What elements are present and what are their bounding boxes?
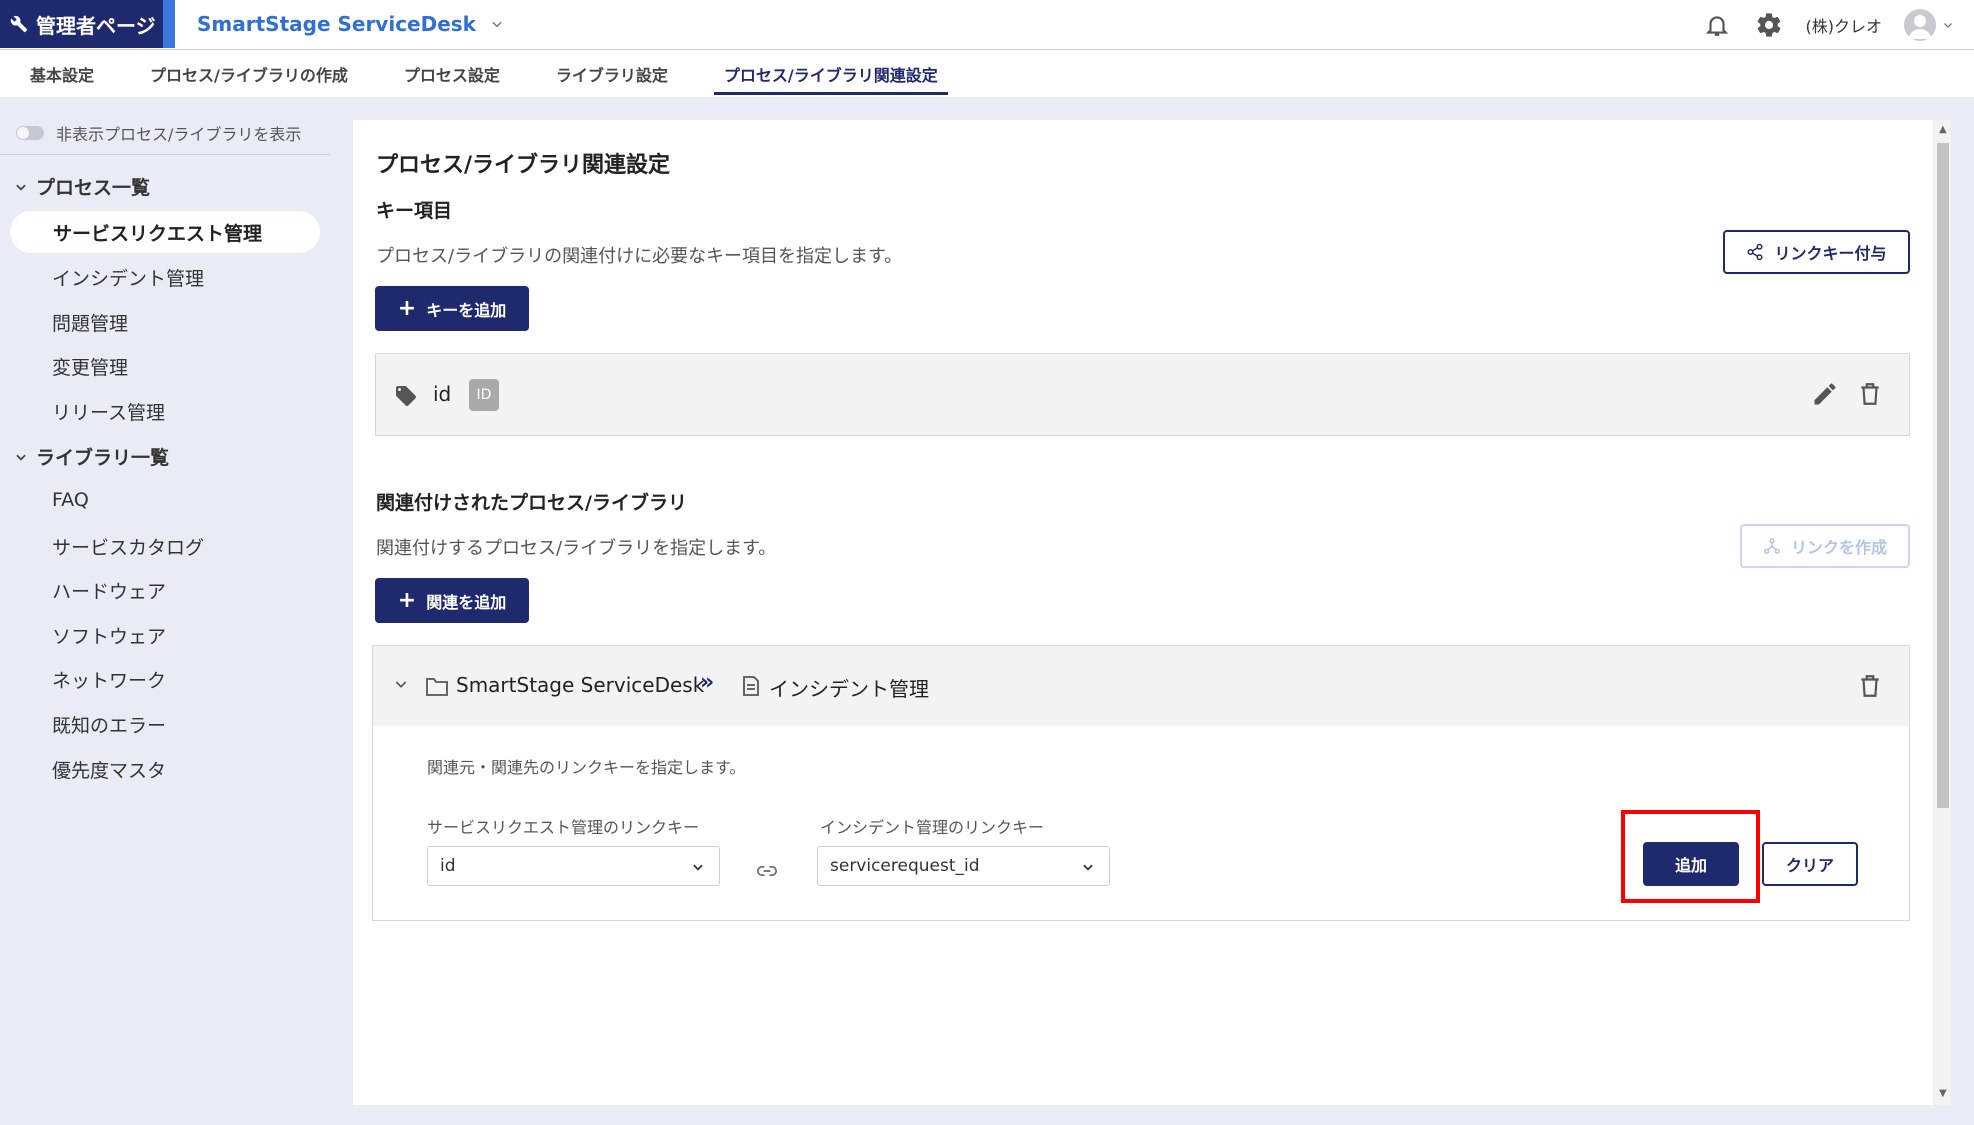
tab-process-settings[interactable]: プロセス設定 xyxy=(404,50,500,97)
sidebar-item-change[interactable]: 変更管理 xyxy=(52,353,128,380)
create-link-button[interactable]: リンクを作成 xyxy=(1740,524,1910,568)
highlight-box xyxy=(1621,810,1760,903)
target-key-select[interactable]: servicerequest_id xyxy=(817,846,1110,886)
chevron-down-icon xyxy=(693,864,703,871)
admin-accent-bar xyxy=(163,0,175,48)
key-row: id ID xyxy=(375,353,1910,436)
plus-icon: + xyxy=(397,295,417,321)
tab-relation-settings[interactable]: プロセス/ライブラリ関連設定 xyxy=(713,50,948,97)
create-link-label: リンクを作成 xyxy=(1790,538,1887,557)
chevron-down-icon xyxy=(16,184,26,191)
process-group-header[interactable]: プロセス一覧 xyxy=(14,173,150,200)
tab-library-settings[interactable]: ライブラリ設定 xyxy=(556,50,668,97)
scroll-up-arrow[interactable]: ▲ xyxy=(1939,124,1947,135)
add-key-button[interactable]: + キーを追加 xyxy=(375,286,529,331)
source-key-label: サービスリクエスト管理のリンクキー xyxy=(427,818,700,837)
settings-button[interactable] xyxy=(1754,10,1784,40)
tag-icon xyxy=(396,386,416,406)
target-key-value: servicerequest_id xyxy=(830,856,980,876)
sidebar-item-known-errors[interactable]: 既知のエラー xyxy=(52,711,166,738)
add-relation-button[interactable]: + 関連を追加 xyxy=(375,578,529,623)
relation-source: SmartStage ServiceDesk xyxy=(456,673,705,697)
source-key-select[interactable]: id xyxy=(427,846,720,886)
sidebar: 非表示プロセス/ライブラリを表示 プロセス一覧 サービスリクエスト管理 インシデ… xyxy=(0,97,330,1125)
tab-basic-settings[interactable]: 基本設定 xyxy=(30,50,94,97)
main-tabs: 基本設定 プロセス/ライブラリの作成 プロセス設定 ライブラリ設定 プロセス/ラ… xyxy=(0,50,1974,97)
sidebar-item-network[interactable]: ネットワーク xyxy=(52,666,166,693)
app-name: SmartStage ServiceDesk xyxy=(197,12,476,36)
chevron-down-icon xyxy=(492,21,502,28)
relation-key-description: 関連元・関連先のリンクキーを指定します。 xyxy=(427,758,746,777)
share-icon xyxy=(1747,243,1763,261)
source-key-value: id xyxy=(440,856,456,876)
wrench-icon xyxy=(10,15,28,33)
plus-icon: + xyxy=(397,587,417,613)
app-switcher[interactable]: SmartStage ServiceDesk xyxy=(197,12,504,36)
admin-label: 管理者ページ xyxy=(36,13,156,38)
add-relation-label: 関連を追加 xyxy=(426,592,507,612)
key-name: id xyxy=(433,382,452,406)
relation-arrow: » xyxy=(700,670,715,695)
user-icon xyxy=(1908,15,1932,39)
sidebar-item-hardware[interactable]: ハードウェア xyxy=(52,577,166,604)
scrollbar-thumb[interactable] xyxy=(1937,143,1949,808)
user-name: (株)クレオ xyxy=(1805,17,1883,36)
chevron-down-icon xyxy=(1083,864,1093,871)
gear-icon xyxy=(1757,13,1780,37)
sidebar-item-faq[interactable]: FAQ xyxy=(52,489,89,511)
library-group-label: ライブラリ一覧 xyxy=(36,447,170,469)
clear-button[interactable]: クリア xyxy=(1762,842,1858,886)
sidebar-item-service-catalog[interactable]: サービスカタログ xyxy=(52,533,204,560)
show-hidden-toggle-row: 非表示プロセス/ライブラリを表示 xyxy=(16,121,301,145)
document-icon xyxy=(743,676,759,696)
key-section-heading: キー項目 xyxy=(376,200,453,222)
page-title: プロセス/ライブラリ関連設定 xyxy=(376,153,671,178)
key-id-badge: ID xyxy=(469,379,499,411)
chevron-down-icon xyxy=(16,454,26,461)
chevron-down-icon xyxy=(1944,23,1952,28)
sidebar-item-incident[interactable]: インシデント管理 xyxy=(52,264,204,291)
fork-icon xyxy=(1764,538,1780,554)
process-group-label: プロセス一覧 xyxy=(36,177,151,199)
relation-card-header[interactable]: SmartStage ServiceDesk » インシデント管理 xyxy=(373,646,1909,726)
relation-section-heading: 関連付けされたプロセス/ライブラリ xyxy=(376,492,687,514)
notification-button[interactable] xyxy=(1702,10,1732,40)
library-group-header[interactable]: ライブラリ一覧 xyxy=(14,443,169,470)
key-section-description: プロセス/ライブラリの関連付けに必要なキー項目を指定します。 xyxy=(376,246,903,267)
sidebar-item-priority-master[interactable]: 優先度マスタ xyxy=(52,756,166,783)
link-icon xyxy=(757,866,777,876)
folder-icon xyxy=(426,678,448,696)
relation-section-description: 関連付けするプロセス/ライブラリを指定します。 xyxy=(376,538,777,559)
target-key-label: インシデント管理のリンクキー xyxy=(820,818,1045,837)
show-hidden-toggle[interactable] xyxy=(16,126,44,140)
bell-icon xyxy=(1705,16,1728,36)
sidebar-item-release[interactable]: リリース管理 xyxy=(52,398,165,425)
admin-badge[interactable]: 管理者ページ xyxy=(0,0,163,48)
show-hidden-label: 非表示プロセス/ライブラリを表示 xyxy=(56,125,302,144)
add-key-label: キーを追加 xyxy=(426,300,507,320)
trash-icon[interactable] xyxy=(1857,380,1883,408)
sidebar-item-problem[interactable]: 問題管理 xyxy=(52,309,128,336)
scroll-down-arrow[interactable]: ▼ xyxy=(1939,1088,1947,1099)
avatar xyxy=(1904,9,1936,41)
sidebar-item-software[interactable]: ソフトウェア xyxy=(52,622,166,649)
link-key-button[interactable]: リンクキー付与 xyxy=(1723,230,1910,274)
top-bar: 管理者ページ SmartStage ServiceDesk (株)クレオ xyxy=(0,0,1974,50)
pencil-icon[interactable] xyxy=(1811,380,1839,408)
sidebar-divider xyxy=(0,154,330,155)
trash-icon[interactable] xyxy=(1857,672,1883,700)
top-right-actions: (株)クレオ xyxy=(1702,8,1955,42)
tab-create-process-library[interactable]: プロセス/ライブラリの作成 xyxy=(150,50,348,97)
link-key-label: リンクキー付与 xyxy=(1774,244,1887,263)
sidebar-item-service-request[interactable]: サービスリクエスト管理 xyxy=(10,211,320,253)
chevron-down-icon[interactable] xyxy=(393,676,409,692)
user-menu[interactable] xyxy=(1904,9,1954,41)
relation-target: インシデント管理 xyxy=(769,677,929,701)
